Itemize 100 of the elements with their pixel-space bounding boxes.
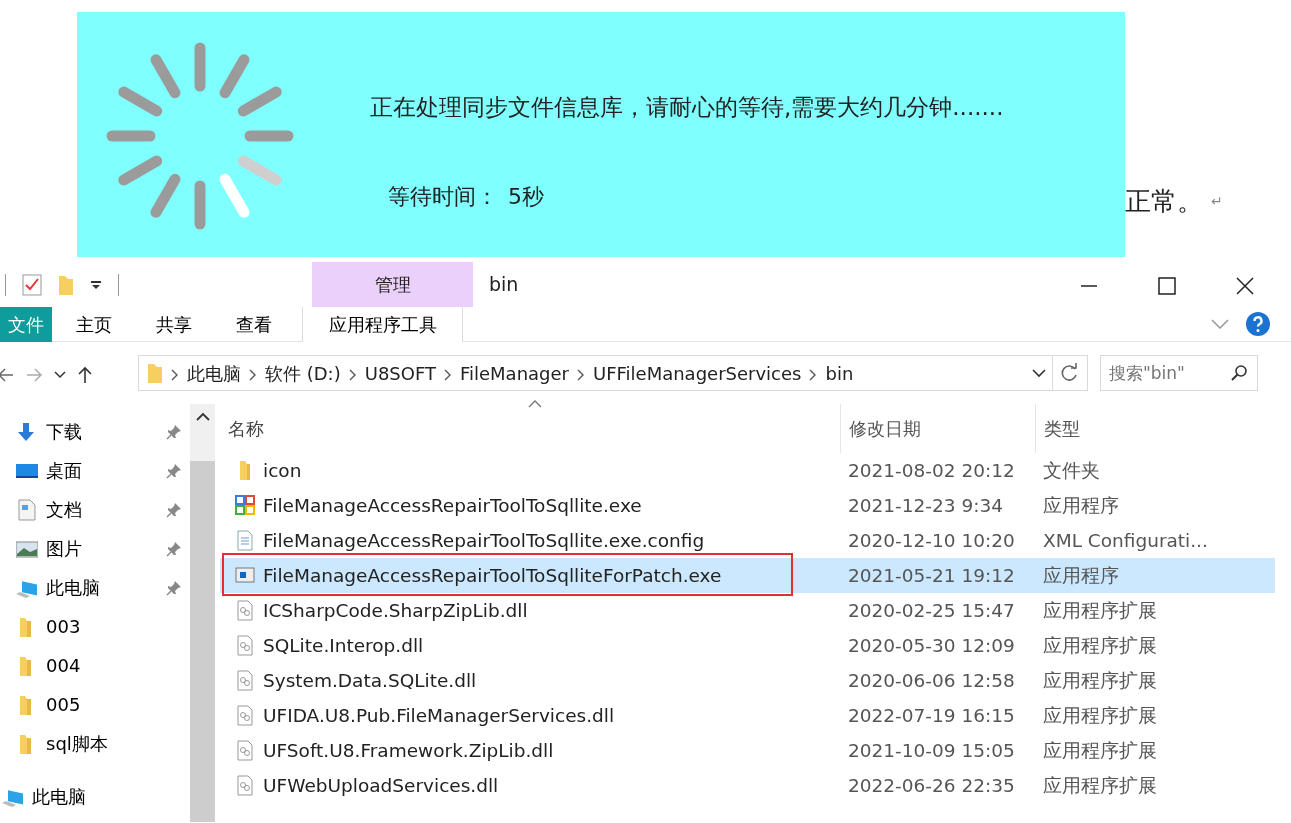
file-row[interactable]: System.Data.SQLite.dll 2020-06-06 12:58 应用程序扩展 xyxy=(220,663,1275,698)
search-field[interactable]: 搜索"bin" xyxy=(1100,355,1258,391)
file-row[interactable]: FileManageAccessRepairToolToSqllite.exe.config 2020-12-10 10:20 XML Configurati... xyxy=(220,523,1275,558)
modified-date: 2020-12-10 10:20 xyxy=(848,529,1015,551)
file-name: SQLite.Interop.dll xyxy=(263,633,424,658)
maximize-icon[interactable] xyxy=(1158,277,1176,295)
up-icon[interactable] xyxy=(78,365,92,384)
file-name: System.Data.SQLite.dll xyxy=(263,668,477,693)
file-row[interactable]: UFIDA.U8.Pub.FileManagerServices.dll 2022-07-19 16:15 应用程序扩展 xyxy=(220,698,1275,733)
ribbon-tab[interactable]: 查看 xyxy=(222,306,286,342)
file-name: ICSharpCode.SharpZipLib.dll xyxy=(263,598,528,623)
window-icon xyxy=(235,565,255,586)
ribbon-tab[interactable]: 共享 xyxy=(142,306,206,342)
file-name: icon xyxy=(263,458,302,483)
help-icon[interactable] xyxy=(1245,311,1271,337)
file-row[interactable]: UFSoft.U8.Framework.ZipLib.dll 2021-10-09 15:05 应用程序扩展 xyxy=(220,733,1275,768)
modified-date: 2020-05-30 12:09 xyxy=(848,634,1015,656)
pin-icon[interactable] xyxy=(166,462,182,479)
file-type: 应用程序扩展 xyxy=(1043,739,1157,761)
pin-icon[interactable] xyxy=(166,579,182,596)
sidebar-item[interactable]: 003 xyxy=(0,607,190,646)
dll-file-icon xyxy=(235,740,255,761)
wait-time: 5秒 xyxy=(508,182,544,211)
dll-file-icon xyxy=(235,600,255,621)
close-icon[interactable] xyxy=(1236,277,1254,295)
file-name: UFIDA.U8.Pub.FileManagerServices.dll xyxy=(263,703,615,728)
sidebar-item[interactable]: sql脚本 xyxy=(0,724,190,763)
file-type: 应用程序扩展 xyxy=(1043,774,1157,796)
back-icon[interactable] xyxy=(0,367,14,382)
modified-date: 2020-02-25 15:47 xyxy=(848,599,1015,621)
refresh-icon[interactable] xyxy=(1059,363,1079,383)
file-row[interactable]: icon 2021-08-02 20:12 文件夹 xyxy=(220,453,1275,488)
breadcrumb-item[interactable]: 软件 (D:) xyxy=(265,359,341,387)
sidebar-item[interactable]: 图片 xyxy=(0,529,190,568)
sidebar-item[interactable]: 004 xyxy=(0,646,190,685)
folder-icon xyxy=(147,362,163,384)
dll-file-icon xyxy=(235,775,255,796)
pin-icon[interactable] xyxy=(166,423,182,440)
caret-icon[interactable] xyxy=(90,279,102,290)
breadcrumb-item[interactable]: 此电脑 xyxy=(187,359,241,387)
sidebar-item[interactable]: 桌面 xyxy=(0,451,190,490)
address-bar[interactable]: 此电脑 软件 (D:) U8SOFT FileManager UFFileManagerServices bin xyxy=(138,355,1088,391)
modified-date: 2021-05-21 19:12 xyxy=(848,564,1015,586)
chevron-right-icon xyxy=(577,368,585,381)
pin-icon[interactable] xyxy=(166,501,182,518)
modified-date: 2021-08-02 20:12 xyxy=(848,459,1015,481)
dropdown-icon[interactable] xyxy=(1032,368,1046,378)
modified-date: 2020-06-06 12:58 xyxy=(848,669,1015,691)
modified-date: 2022-06-26 22:35 xyxy=(848,774,1015,796)
modified-date: 2021-12-23 9:34 xyxy=(848,494,1003,516)
column-header[interactable]: 名称 xyxy=(228,415,264,442)
context-tab[interactable]: 管理 xyxy=(312,262,473,307)
properties-icon[interactable] xyxy=(22,273,42,296)
document-text: 正常。 xyxy=(1125,184,1203,218)
file-row[interactable]: UFWebUploadServices.dll 2022-06-26 22:35 应用程序扩展 xyxy=(220,768,1275,803)
file-row[interactable]: SQLite.Interop.dll 2020-05-30 12:09 应用程序扩展 xyxy=(220,628,1275,663)
ribbon-tab[interactable]: 应用程序工具 xyxy=(302,306,463,342)
chevron-right-icon xyxy=(809,368,818,381)
sidebar-item[interactable]: 此电脑 xyxy=(0,777,190,816)
breadcrumb-item[interactable]: bin xyxy=(825,359,854,387)
search-icon xyxy=(1230,364,1248,382)
file-row[interactable]: FileManageAccessRepairToolToSqllite.exe 2021-12-23 9:34 应用程序 xyxy=(220,488,1275,523)
modified-date: 2022-07-19 16:15 xyxy=(848,704,1015,726)
sidebar-item[interactable]: 此电脑 xyxy=(0,568,190,607)
chevron-right-icon xyxy=(348,368,357,381)
file-row[interactable]: ICSharpCode.SharpZipLib.dll 2020-02-25 15:47 应用程序扩展 xyxy=(220,593,1275,628)
sidebar-label: 此电脑 xyxy=(46,576,100,600)
column-header[interactable]: 类型 xyxy=(1044,415,1080,442)
sidebar-label: 005 xyxy=(46,693,81,717)
file-name: FileManageAccessRepairToolToSqllite.exe.config xyxy=(263,528,705,553)
sidebar-item[interactable]: 下载 xyxy=(0,412,190,451)
ribbon-tab[interactable]: 主页 xyxy=(62,306,126,342)
file-type: 应用程序扩展 xyxy=(1043,704,1157,726)
sidebar-label: 文档 xyxy=(46,498,82,522)
sidebar-label: 此电脑 xyxy=(32,785,86,809)
pin-icon[interactable] xyxy=(166,540,182,557)
sidebar-item[interactable]: 文档 xyxy=(0,490,190,529)
wait-label: 等待时间： xyxy=(388,182,498,211)
breadcrumb-item[interactable]: U8SOFT xyxy=(364,359,436,387)
sidebar-label: 004 xyxy=(46,654,81,678)
document-icon xyxy=(16,498,38,521)
breadcrumb-item[interactable]: FileManager xyxy=(459,359,569,387)
file-type: 应用程序 xyxy=(1043,564,1119,586)
config-file-icon xyxy=(235,530,255,551)
file-type: 应用程序扩展 xyxy=(1043,634,1157,656)
chevron-right-icon xyxy=(171,368,179,381)
breadcrumb-item[interactable]: UFFileManagerServices xyxy=(593,359,802,387)
sidebar-label: 003 xyxy=(46,615,81,639)
modified-date: 2021-10-09 15:05 xyxy=(848,739,1015,761)
sidebar-item[interactable]: 005 xyxy=(0,685,190,724)
file-name: FileManageAccessRepairToolToSqllite.exe xyxy=(263,493,642,518)
scroll-up-icon[interactable] xyxy=(195,412,210,421)
sidebar-label: 桌面 xyxy=(46,459,82,483)
chevron-down-icon[interactable] xyxy=(54,370,66,379)
file-row[interactable]: FileManageAccessRepairToolToSqlliteForPatch.exe 2021-05-21 19:12 应用程序 xyxy=(220,558,1275,593)
sidebar-label: 图片 xyxy=(46,537,82,561)
column-header[interactable]: 修改日期 xyxy=(849,415,921,442)
sidebar-label: sql脚本 xyxy=(46,732,108,756)
paragraph-mark: ↵ xyxy=(1211,191,1223,211)
dll-file-icon xyxy=(235,670,255,691)
